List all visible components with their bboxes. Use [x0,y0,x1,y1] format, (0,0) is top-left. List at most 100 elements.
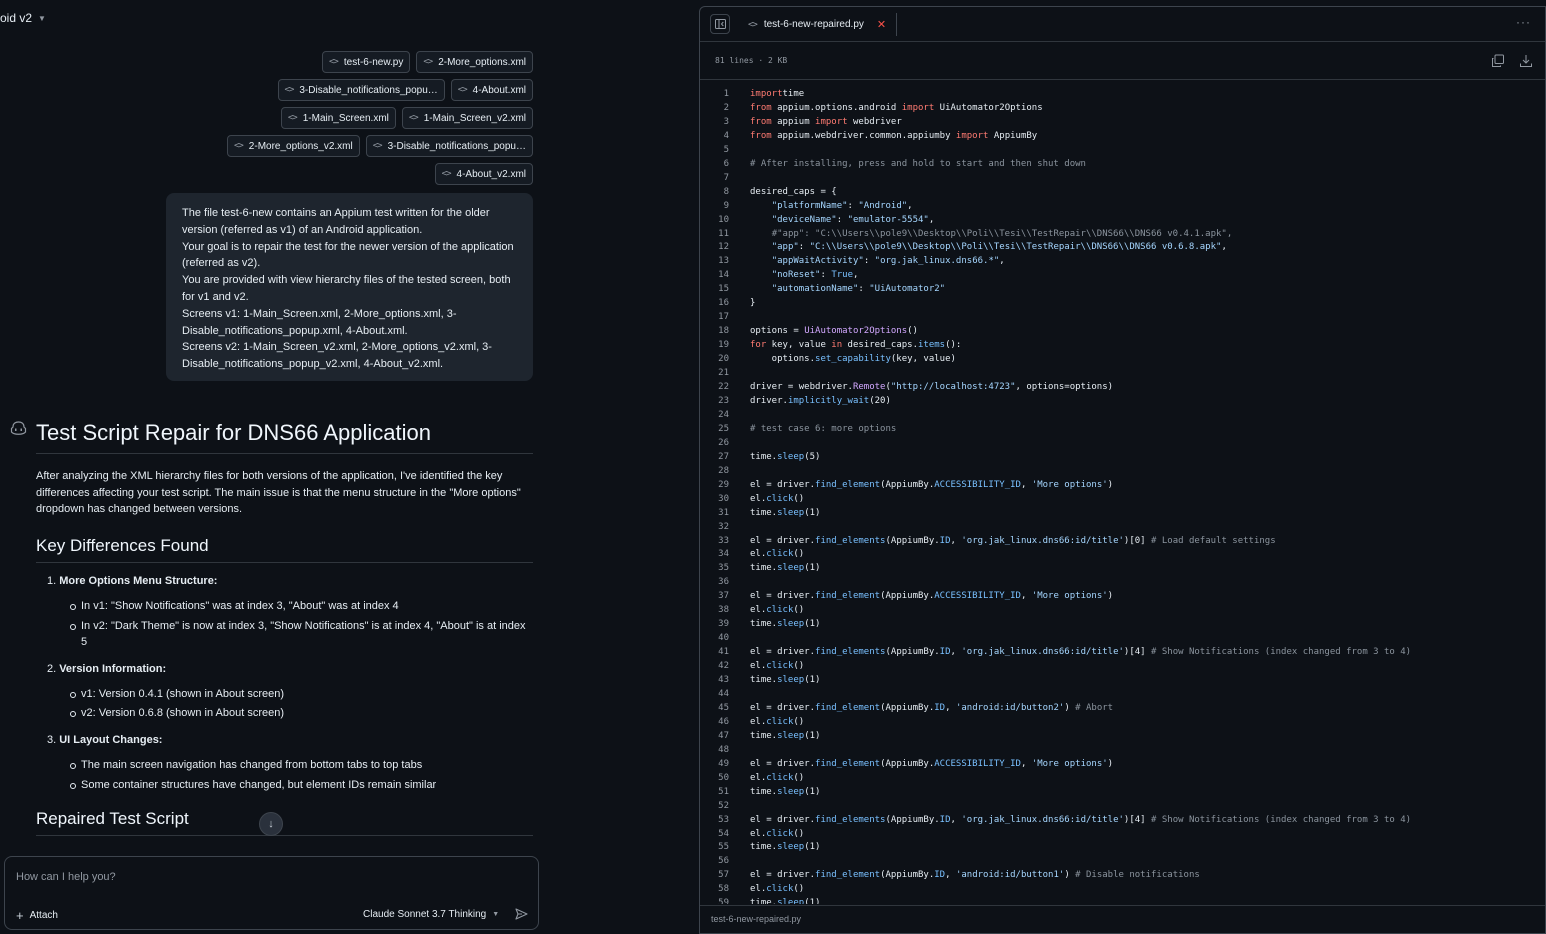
line-number: 40 [718,633,729,644]
chat-pane: oid v2 ▼ <> test-6-new.py <> 2-More_options… [0,0,700,934]
line-number: 15 [718,284,729,295]
code-line: 53 el = driver.find_elements(AppiumBy.ID,… [700,814,1545,828]
code-text: "automationName": "UiAutomator2" [771,284,946,295]
list-item-title: More Options Menu Structure: [59,575,218,588]
list-item-heading: 2. Version Information: [47,663,533,675]
attachment-row: <> 1-Main_Screen.xml <> 1-Main_Screen_v2.xm… [113,107,533,129]
code-text: el.click() [750,828,805,839]
attachment-chip[interactable]: <> 1-Main_Screen.xml [280,107,396,129]
code-line: 31 time.sleep(1) [700,507,1545,521]
code-text: time.sleep(1) [750,842,821,853]
code-line: 9 "platformName": "Android", [700,200,1545,214]
line-number: 36 [718,577,729,588]
code-line: 15 "automationName": "UiAutomator2" [700,283,1545,297]
line-number: 22 [718,382,729,393]
code-text: # test case 6: more options [750,423,897,434]
tab-file[interactable]: <> test-6-new-repaired.py ✕ [742,13,898,36]
code-line: 39 time.sleep(1) [700,618,1545,632]
code-text: from appium.webdriver.common.appiumby im… [750,130,1038,141]
code-text: el = driver.find_element(AppiumBy.ID, 'a… [750,870,1200,881]
code-line: 42 el.click() [700,660,1545,674]
line-number: 25 [718,423,729,434]
code-line: 28 [700,465,1545,479]
sidebar-toggle-button[interactable] [710,14,730,34]
code-text: time.sleep(5) [750,451,821,462]
attachment-chip[interactable]: <> 2-More_options_v2.xml [226,135,360,157]
code-text: "deviceName": "emulator-5554", [771,214,935,225]
attachment-chip[interactable]: <> 4-About.xml [450,79,533,101]
line-number: 6 [723,158,729,169]
bullet-list: v1: Version 0.4.1 (shown in About screen… [47,686,533,722]
line-number: 49 [718,758,729,769]
line-number: 2 [723,102,729,113]
line-number: 46 [718,716,729,727]
status-bar: test-6-new-repaired.py [700,905,1545,933]
line-number: 1 [723,89,729,99]
attachment-chip[interactable]: <> 2-More_options.xml [416,51,533,73]
line-number: 24 [718,409,729,420]
model-selector[interactable]: oid v2 ▼ [0,11,46,25]
code-text: desired_caps = { [750,186,837,197]
code-text: el.click() [750,549,805,560]
attach-label: Attach [29,910,58,921]
message-line: The file test-6-new contains an Appium t… [182,207,490,236]
code-line: 4 from appium.webdriver.common.appiumby i… [700,130,1545,144]
bullet-item: In v2: "Dark Theme" is now at index 3, "… [69,618,533,651]
code-line: 22 driver = webdriver.Remote("http://loca… [700,381,1545,395]
code-text: el.click() [750,716,805,727]
attachment-chip[interactable]: <> test-6-new.py [322,51,411,73]
line-number: 47 [718,730,729,741]
close-icon[interactable]: ✕ [877,18,886,31]
line-number: 50 [718,772,729,783]
scroll-down-button[interactable]: ↓ [259,812,283,836]
code-line: 38 el.click() [700,604,1545,618]
line-number: 33 [718,535,729,546]
code-text: el.click() [750,493,805,504]
code-line: 33 el = driver.find_elements(AppiumBy.ID,… [700,535,1545,549]
message-line: Screens v1: 1-Main_Screen.xml, 2-More_op… [182,307,457,337]
attachment-chip[interactable]: <> 4-About_v2.xml [434,163,533,185]
list-number: 1. [47,575,57,588]
code-text: time.sleep(1) [750,563,821,574]
code-line: 19 for key, value in desired_caps.items()… [700,339,1545,353]
line-number: 58 [718,884,729,895]
attachment-row: <> 4-About_v2.xml [113,163,533,185]
code-text: time.sleep(1) [750,507,821,518]
code-line: 18 options = UiAutomator2Options() [700,325,1545,339]
line-number: 5 [723,144,729,155]
code-view[interactable]: 1 importtime 2 from appium.options.android … [700,88,1545,904]
copy-icon[interactable] [1491,54,1505,68]
code-line: 52 [700,800,1545,814]
code-icon: <> [441,169,452,179]
code-line: 58 el.click() [700,883,1545,897]
code-line: 27 time.sleep(5) [700,451,1545,465]
attachment-row: <> test-6-new.py <> 2-More_options.xml [113,51,533,73]
model-picker[interactable]: Claude Sonnet 3.7 Thinking ▼ [363,909,499,920]
code-text: driver = webdriver.Remote("http://localh… [750,382,1114,393]
chevron-down-icon: ▼ [38,13,46,23]
code-line: 10 "deviceName": "emulator-5554", [700,214,1545,228]
send-button[interactable] [510,903,532,925]
bullet-item: v1: Version 0.4.1 (shown in About screen… [69,686,533,703]
code-text: importtime [750,89,805,99]
more-options-icon[interactable]: ··· [1516,15,1531,29]
attachment-chip[interactable]: <> 3-Disable_notifications_popu… [277,79,445,101]
line-number: 28 [718,465,729,476]
answer-intro: After analyzing the XML hierarchy files … [36,470,521,516]
message-input[interactable]: How can I help you? [16,871,116,883]
download-icon[interactable] [1519,54,1533,68]
code-line: 46 el.click() [700,716,1545,730]
code-icon: <> [287,113,298,123]
line-number: 16 [718,298,729,309]
code-line: 45 el = driver.find_element(AppiumBy.ID, … [700,702,1545,716]
code-line: 59 time.sleep(1) [700,897,1545,904]
code-text: "noReset": True, [771,270,859,281]
code-icon: <> [748,19,758,30]
attachment-label: 4-About.xml [472,84,526,96]
attachment-chip[interactable]: <> 3-Disable_notifications_popu… [365,135,533,157]
line-number: 57 [718,870,729,881]
attach-button[interactable]: + Attach [16,908,58,923]
attachment-chip[interactable]: <> 1-Main_Screen_v2.xml [401,107,533,129]
